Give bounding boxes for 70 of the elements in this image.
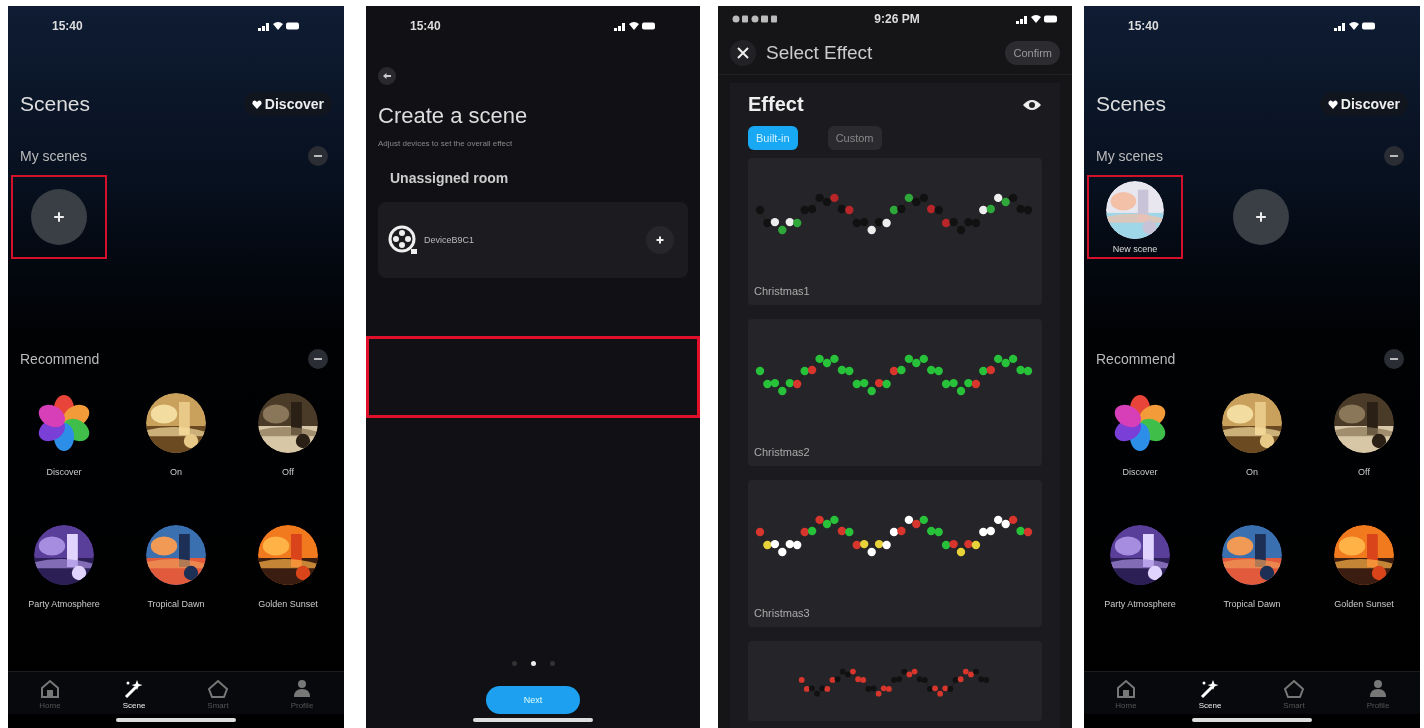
- status-time: 9:26 PM: [874, 12, 920, 26]
- minus-icon: [314, 155, 322, 157]
- effect-card[interactable]: Christmas1: [748, 158, 1042, 305]
- subtitle: Adjust devices to set the overall effect: [378, 139, 514, 148]
- scene-label[interactable]: Tropical Dawn: [1223, 599, 1281, 609]
- person-icon: [291, 678, 313, 699]
- scene-label[interactable]: Off: [282, 467, 294, 477]
- add-device-button[interactable]: [646, 226, 674, 254]
- section-heading: Recommend: [20, 351, 100, 367]
- page-title: Scenes: [20, 92, 91, 116]
- notification-icons: [732, 15, 778, 23]
- section-heading: My scenes: [1096, 148, 1163, 164]
- effect-card[interactable]: Christmas2: [748, 319, 1042, 466]
- page-title: Scenes: [1096, 92, 1167, 116]
- tab[interactable]: Scene: [104, 678, 164, 710]
- eye-icon: [1022, 97, 1042, 112]
- status-time: 15:40: [410, 19, 441, 33]
- section-heading: Effect: [748, 93, 804, 116]
- scene-label[interactable]: Off: [1358, 467, 1370, 477]
- minus-icon: [314, 358, 322, 360]
- status-icons: [1016, 14, 1058, 24]
- scene-label[interactable]: On: [170, 467, 182, 477]
- page-title: Create a scene: [378, 103, 529, 129]
- confirm-button[interactable]: Confirm: [1005, 41, 1060, 65]
- scene-label[interactable]: Discover: [46, 467, 82, 477]
- collapse-button[interactable]: [308, 349, 328, 369]
- page-title: Select Effect: [766, 42, 874, 64]
- section-heading: My scenes: [20, 148, 87, 164]
- scene-label[interactable]: Golden Sunset: [1334, 599, 1394, 609]
- home-icon: [1115, 678, 1137, 699]
- collapse-button[interactable]: [1384, 349, 1404, 369]
- heart-icon: [251, 99, 262, 109]
- status-icons: [258, 21, 300, 31]
- status-icons: [614, 21, 656, 31]
- section-heading: Recommend: [1096, 351, 1176, 367]
- minus-icon: [1390, 358, 1398, 360]
- status-time: 15:40: [52, 19, 83, 33]
- scene-label[interactable]: Tropical Dawn: [147, 599, 205, 609]
- page-dot[interactable]: [511, 661, 517, 666]
- effect-card[interactable]: Christmas3: [748, 480, 1042, 627]
- discover-button[interactable]: Discover: [1319, 92, 1408, 116]
- person-icon: [1367, 678, 1389, 699]
- room-heading: Unassigned room: [390, 170, 510, 186]
- collapse-button[interactable]: [308, 146, 328, 166]
- scene-label[interactable]: Party Atmosphere: [1104, 599, 1176, 609]
- scene-label[interactable]: New scene: [1112, 243, 1158, 254]
- page-dot[interactable]: [530, 661, 536, 666]
- home-icon: [39, 678, 61, 699]
- back-arrow-icon: [383, 73, 391, 79]
- heart-icon: [1327, 99, 1338, 109]
- back-button[interactable]: [378, 67, 396, 85]
- effect-name: Christmas3: [754, 607, 811, 619]
- status-time: 15:40: [1128, 19, 1159, 33]
- tab[interactable]: Custom: [827, 126, 882, 150]
- page-dot[interactable]: [549, 661, 555, 666]
- film-reel-icon: [388, 225, 418, 255]
- scene-label[interactable]: Party Atmosphere: [28, 599, 100, 609]
- collapse-button[interactable]: [1384, 146, 1404, 166]
- minus-icon: [1390, 155, 1398, 157]
- discover-button[interactable]: Discover: [243, 92, 332, 116]
- status-icons: [1334, 21, 1376, 31]
- scene-label[interactable]: On: [1246, 467, 1258, 477]
- close-button[interactable]: [730, 40, 756, 66]
- close-icon: [737, 47, 749, 59]
- scene-label[interactable]: Golden Sunset: [258, 599, 318, 609]
- scene-label[interactable]: Discover: [1122, 467, 1158, 477]
- tab[interactable]: Scene: [1180, 678, 1240, 710]
- effect-name: Christmas1: [754, 285, 811, 297]
- device-name: DeviceB9C1: [424, 235, 476, 245]
- effect-name: Christmas2: [754, 446, 811, 458]
